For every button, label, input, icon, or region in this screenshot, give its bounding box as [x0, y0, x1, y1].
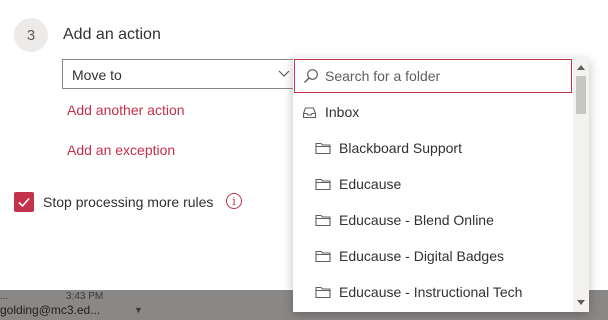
- background-caret-icon: ▼: [134, 305, 143, 315]
- folder-item-educause-blend-online[interactable]: Educause - Blend Online: [293, 202, 573, 238]
- background-message-row: ... 3:43 PM: [0, 291, 103, 302]
- stop-processing-checkbox[interactable]: [14, 192, 34, 212]
- info-icon[interactable]: i: [226, 193, 242, 209]
- folder-list-scrollbar[interactable]: [573, 58, 589, 312]
- stop-processing-label: Stop processing more rules: [43, 194, 214, 210]
- action-dropdown-value: Move to: [72, 67, 122, 83]
- search-icon: [304, 69, 318, 83]
- folder-item-label: Inbox: [325, 104, 360, 120]
- background-sender-fragment: ...: [0, 291, 9, 302]
- folder-icon: [315, 286, 331, 299]
- folder-list: Inbox Blackboard Support Educause Educau…: [293, 94, 573, 312]
- folder-item-label: Educause - Instructional Tech: [339, 284, 523, 300]
- folder-item-inbox[interactable]: Inbox: [293, 94, 573, 130]
- add-exception-link[interactable]: Add an exception: [67, 142, 175, 158]
- folder-item-blackboard-support[interactable]: Blackboard Support: [293, 130, 573, 166]
- scrollbar-thumb[interactable]: [576, 76, 586, 114]
- add-another-action-link[interactable]: Add another action: [67, 102, 185, 118]
- scroll-up-arrow-icon[interactable]: [573, 60, 589, 74]
- checkmark-icon: [18, 197, 30, 208]
- folder-search-input[interactable]: [325, 66, 561, 86]
- chevron-down-icon: [278, 70, 290, 77]
- folder-item-label: Educause: [339, 176, 402, 192]
- folder-icon: [315, 142, 331, 155]
- folder-icon: [315, 214, 331, 227]
- folder-item-label: Blackboard Support: [339, 140, 462, 156]
- folder-search-box[interactable]: [294, 59, 572, 93]
- action-dropdown[interactable]: Move to: [62, 59, 298, 89]
- folder-icon: [315, 178, 331, 191]
- folder-item-educause[interactable]: Educause: [293, 166, 573, 202]
- step-number: 3: [14, 18, 48, 52]
- step-title: Add an action: [63, 26, 161, 43]
- folder-item-label: Educause - Blend Online: [339, 212, 494, 228]
- background-time: 3:43 PM: [66, 291, 104, 302]
- inbox-icon: [302, 106, 317, 118]
- folder-picker-dropdown: Inbox Blackboard Support Educause Educau…: [293, 58, 589, 312]
- folder-icon: [315, 250, 331, 263]
- folder-item-educause-digital-badges[interactable]: Educause - Digital Badges: [293, 238, 573, 274]
- folder-item-educause-instructional-tech[interactable]: Educause - Instructional Tech: [293, 274, 573, 310]
- folder-item-label: Educause - Digital Badges: [339, 248, 504, 264]
- background-email-address: golding@mc3.ed...: [0, 303, 101, 317]
- scroll-down-arrow-icon[interactable]: [573, 296, 589, 310]
